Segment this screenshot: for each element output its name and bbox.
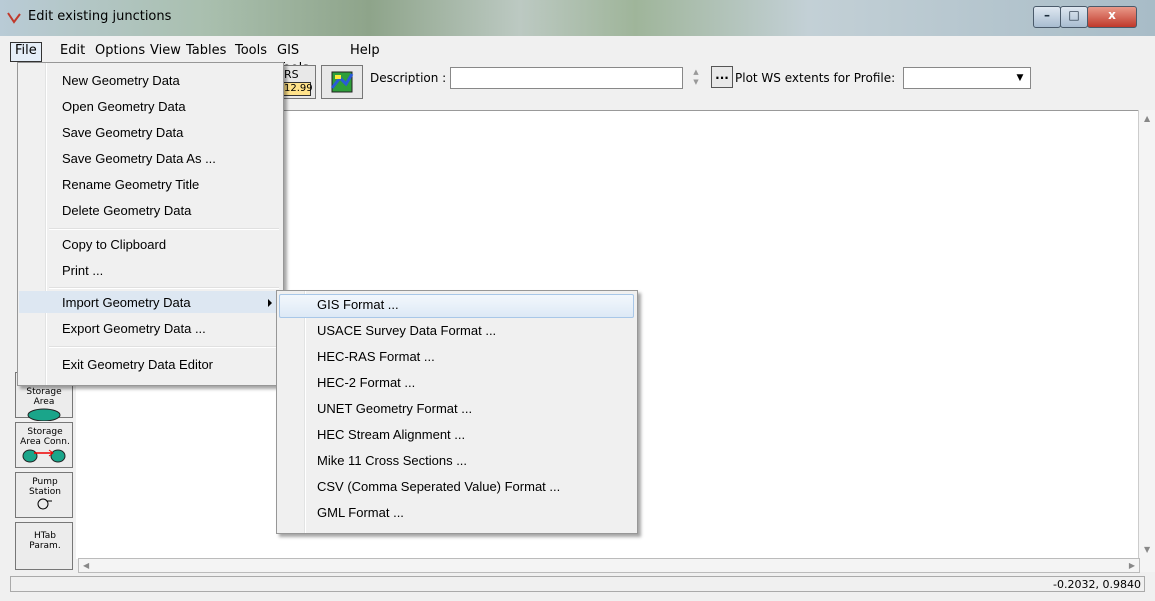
rs-label: RS [284, 68, 299, 81]
menu-options[interactable]: Options [91, 42, 149, 60]
storage-area-connection-icon [22, 449, 66, 463]
menu-view[interactable]: View [146, 42, 185, 60]
map-icon [330, 71, 354, 93]
menu-item-import-geometry-data[interactable]: Import Geometry Data [62, 291, 191, 315]
menu-item-unet-geometry-format[interactable]: UNET Geometry Format ... [317, 396, 472, 422]
htab-param-button[interactable]: HTab Param. [15, 522, 73, 570]
menu-item-gml-format[interactable]: GML Format ... [317, 500, 404, 526]
menu-item-hec-stream-alignment[interactable]: HEC Stream Alignment ... [317, 422, 465, 448]
menu-item-print[interactable]: Print ... [62, 259, 103, 283]
menu-gutter [304, 291, 306, 533]
import-geometry-submenu: GIS Format ... USACE Survey Data Format … [276, 290, 638, 534]
window-title: Edit existing junctions [28, 9, 172, 24]
title-bar[interactable]: Edit existing junctions – □ x [0, 0, 1155, 36]
storage-area-icon [27, 408, 61, 422]
menu-item-export-geometry-data[interactable]: Export Geometry Data ... [62, 317, 206, 341]
menu-item-new-geometry-data[interactable]: New Geometry Data [62, 69, 180, 93]
pump-station-label: Pump Station [29, 477, 61, 497]
coordinates-readout: -0.2032, 0.9840 [1053, 578, 1141, 591]
description-label: Description : [370, 71, 447, 85]
chevron-down-icon: ▼ [1016, 73, 1024, 83]
menu-separator [49, 287, 279, 289]
menu-separator [49, 346, 279, 348]
maximize-icon: □ [1068, 8, 1080, 22]
menu-item-copy-to-clipboard[interactable]: Copy to Clipboard [62, 233, 166, 257]
vertical-scrollbar[interactable]: ▲ ▼ [1138, 110, 1155, 572]
menu-item-gis-format[interactable]: GIS Format ... [317, 292, 399, 318]
map-view-button[interactable] [321, 65, 363, 99]
minimize-button[interactable]: – [1033, 6, 1061, 28]
app-icon [7, 12, 21, 24]
maximize-button[interactable]: □ [1060, 6, 1088, 28]
close-icon: x [1108, 8, 1116, 22]
menu-item-open-geometry-data[interactable]: Open Geometry Data [62, 95, 186, 119]
storage-area-connection-button[interactable]: Storage Area Conn. [15, 422, 73, 468]
menu-item-hec-ras-format[interactable]: HEC-RAS Format ... [317, 344, 435, 370]
submenu-arrow-icon [268, 299, 272, 307]
rs-value-tag: 12.99 [283, 82, 313, 96]
profile-select[interactable]: ▼ [903, 67, 1031, 89]
storage-area-connection-label: Storage Area Conn. [20, 427, 70, 447]
menu-edit[interactable]: Edit [56, 42, 89, 60]
plot-ws-extents-label: Plot WS extents for Profile: [735, 71, 896, 85]
menu-item-mike-11-cross-sections[interactable]: Mike 11 Cross Sections ... [317, 448, 467, 474]
menu-separator [49, 228, 279, 230]
storage-area-label: Storage Area [26, 387, 62, 407]
menu-item-delete-geometry-data[interactable]: Delete Geometry Data [62, 199, 191, 223]
description-input[interactable] [450, 67, 683, 89]
menu-item-exit-geometry-data-editor[interactable]: Exit Geometry Data Editor [62, 353, 213, 377]
menu-item-usace-survey-format[interactable]: USACE Survey Data Format ... [317, 318, 496, 344]
menu-item-hec-2-format[interactable]: HEC-2 Format ... [317, 370, 415, 396]
description-spinner[interactable]: ▲ ▼ [690, 67, 702, 87]
htab-param-label: HTab Param. [29, 531, 61, 551]
menu-item-save-geometry-data-as[interactable]: Save Geometry Data As ... [62, 147, 216, 171]
file-menu: New Geometry Data Open Geometry Data Sav… [17, 62, 284, 386]
menu-tables[interactable]: Tables [182, 42, 230, 60]
scroll-right-icon[interactable]: ▶ [1129, 561, 1135, 570]
menu-item-rename-geometry-title[interactable]: Rename Geometry Title [62, 173, 199, 197]
horizontal-scrollbar[interactable]: ◀ ▶ [78, 558, 1140, 573]
minimize-icon: – [1044, 8, 1050, 22]
menu-gis-tools[interactable]: GIS Tools [273, 42, 313, 76]
pump-station-button[interactable]: Pump Station [15, 472, 73, 518]
close-button[interactable]: x [1087, 6, 1137, 28]
scroll-up-icon[interactable]: ▲ [1144, 114, 1150, 123]
menu-help[interactable]: Help [346, 42, 384, 60]
menu-tools[interactable]: Tools [231, 42, 271, 60]
scroll-left-icon[interactable]: ◀ [83, 561, 89, 570]
menu-item-csv-format[interactable]: CSV (Comma Seperated Value) Format ... [317, 474, 560, 500]
menu-item-save-geometry-data[interactable]: Save Geometry Data [62, 121, 183, 145]
menu-gutter [45, 63, 47, 385]
pump-icon [37, 498, 52, 510]
menu-file[interactable]: File [10, 42, 42, 62]
description-more-button[interactable]: ... [711, 66, 733, 88]
scroll-down-icon[interactable]: ▼ [1144, 545, 1150, 554]
status-bar [10, 576, 1145, 592]
